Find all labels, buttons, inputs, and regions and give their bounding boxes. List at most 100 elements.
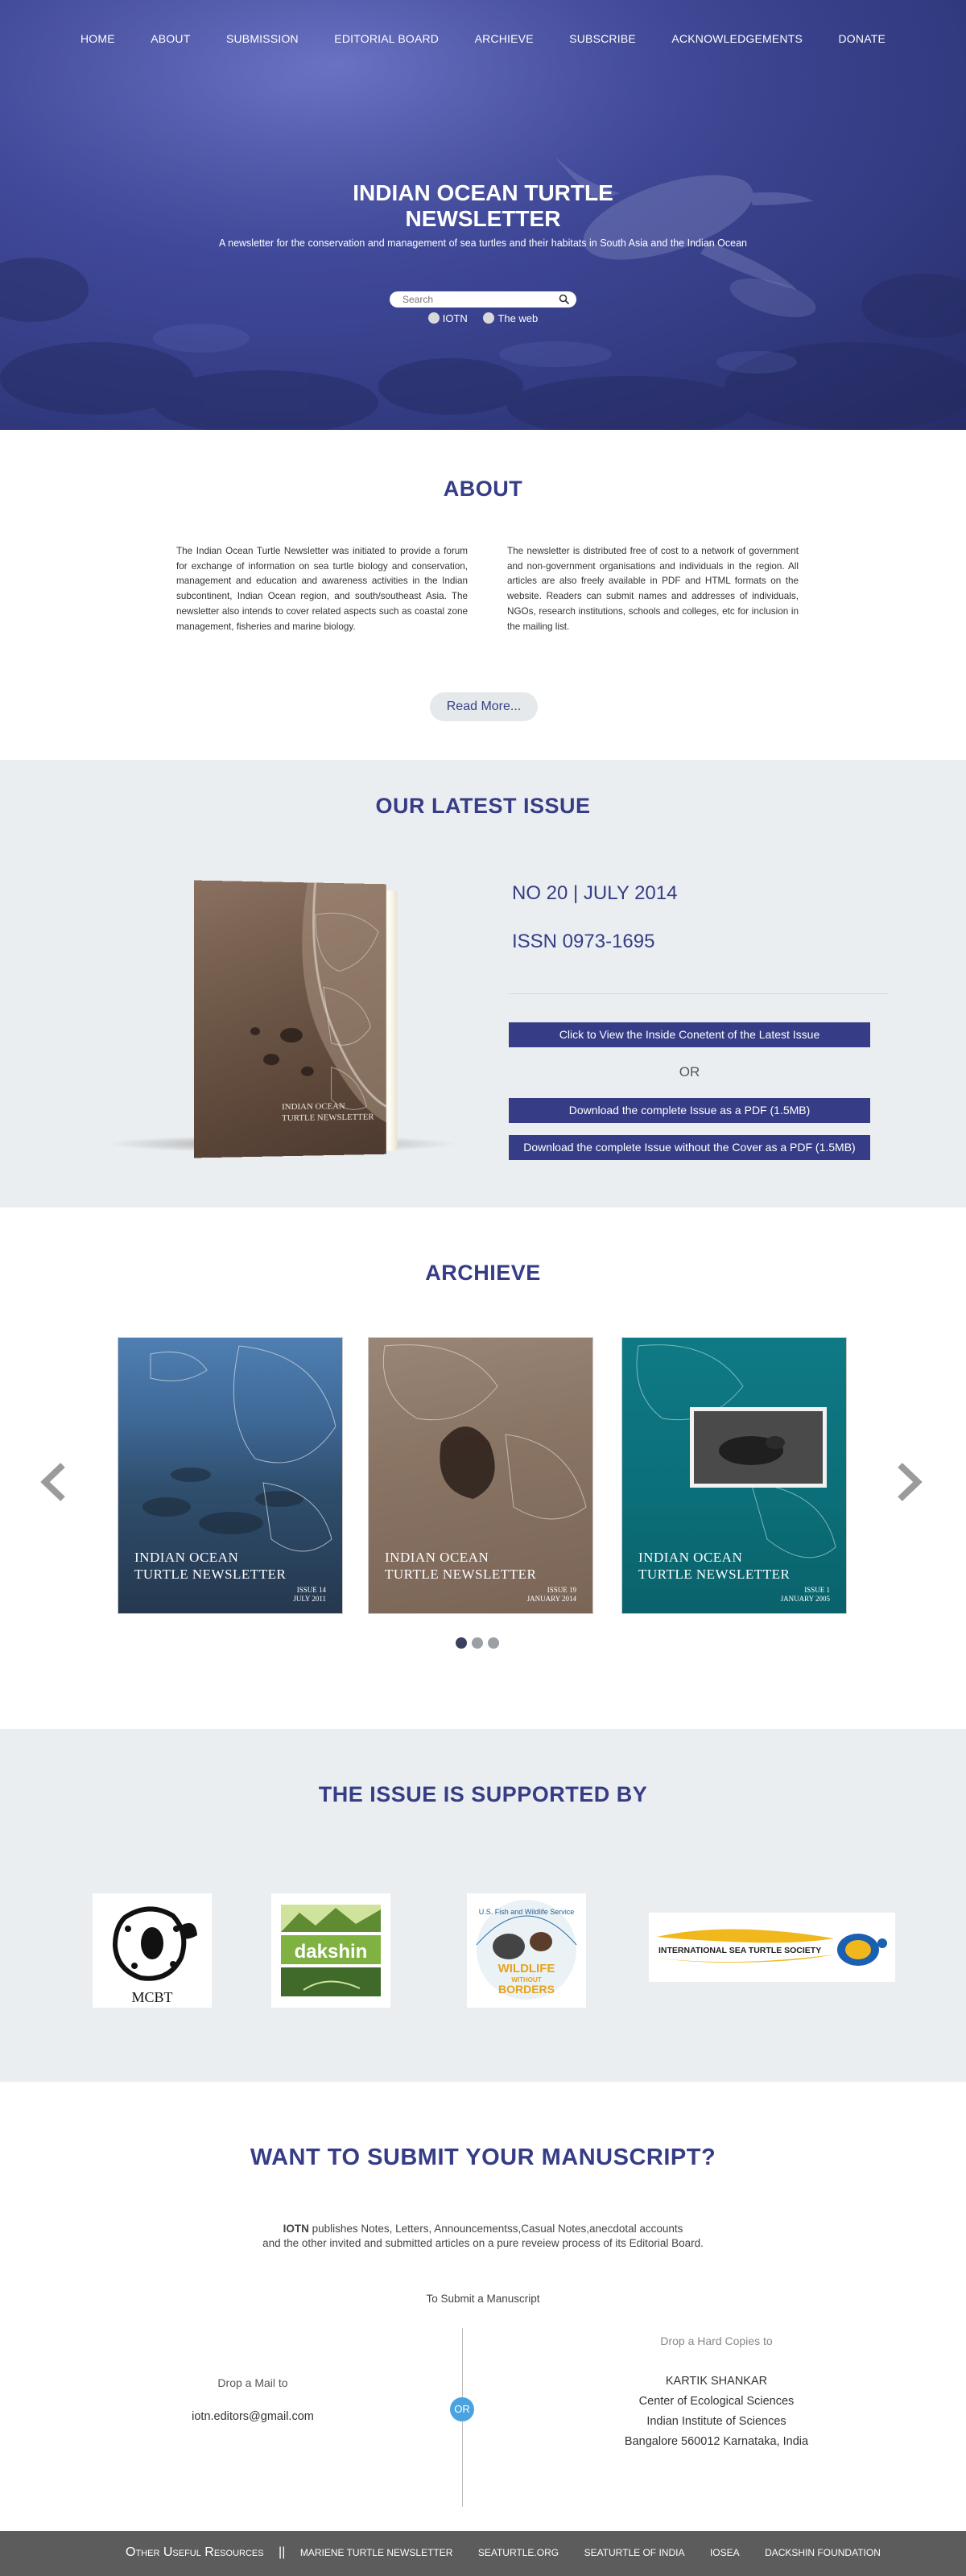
wildlife-without-borders-image: U.S. Fish and Wildlife Service WILDLIFE …	[476, 1900, 577, 2000]
footer-link-seaturtle-of-india[interactable]: SEATURTLE OF INDIA	[584, 2547, 685, 2558]
to-submit-label: To Submit a Manuscript	[426, 2293, 540, 2305]
latest-issue-section: OUR LATEST ISSUE INDIAN OCEAN TURTLE NEW…	[0, 760, 966, 1208]
footer: Other Useful Resources || MARIENE TURTLE…	[0, 2531, 966, 2576]
submit-description: IOTN publishes Notes, Letters, Announcem…	[0, 2222, 966, 2251]
search-input[interactable]	[390, 291, 543, 308]
postal-address: KARTIK SHANKAR Center of Ecological Scie…	[564, 2372, 869, 2452]
editor-email-link[interactable]: iotn.editors@gmail.com	[161, 2410, 345, 2423]
dakshin-logo[interactable]: dakshin	[271, 1893, 390, 2008]
search-scope: IOTN The web	[0, 312, 966, 324]
download-pdf-button[interactable]: Download the complete Issue as a PDF (1.…	[509, 1098, 870, 1123]
site-title: INDIAN OCEAN TURTLE NEWSLETTER	[0, 180, 966, 232]
nav-subscribe[interactable]: SUBSCRIBE	[569, 32, 636, 45]
or-badge: OR	[450, 2397, 474, 2421]
main-navigation: HOME ABOUT SUBMISSION EDITORIAL BOARD AR…	[0, 32, 966, 47]
ists-logo-image: INTERNATIONAL SEA TURTLE SOCIETY	[657, 1929, 887, 1966]
radio-web-button[interactable]	[483, 312, 495, 324]
supported-by-section: THE ISSUE IS SUPPORTED BY MCBT dakshin U	[0, 1729, 966, 2082]
site-tagline: A newsletter for the conservation and ma…	[219, 237, 747, 249]
mcbt-logo-image: MCBT	[112, 1906, 197, 2005]
cover-lettering: INDIAN OCEAN	[282, 1101, 345, 1112]
international-sea-turtle-society-logo[interactable]: INTERNATIONAL SEA TURTLE SOCIETY	[649, 1913, 895, 1982]
archive-card[interactable]: INDIAN OCEAN TURTLE NEWSLETTER ISSUE 14 JU…	[118, 1338, 342, 1613]
dakshin-logo-text: dakshin	[295, 1941, 368, 1963]
view-inside-content-button[interactable]: Click to View the Inside Conetent of the…	[509, 1022, 870, 1047]
about-text-left: The Indian Ocean Turtle Newsletter was i…	[176, 546, 468, 632]
archive-card-date: JANUARY 2005	[780, 1595, 830, 1603]
footer-lead: Other Useful Resources	[126, 2545, 264, 2559]
archive-card[interactable]: INDIAN OCEAN TURTLE NEWSLETTER ISSUE 1 JAN…	[622, 1338, 846, 1613]
latest-issue-title: OUR LATEST ISSUE	[375, 794, 591, 818]
divider	[509, 993, 889, 994]
archive-card-issue: ISSUE 1	[804, 1586, 830, 1594]
address-line: Center of Ecological Sciences	[638, 2395, 795, 2408]
chevron-right-icon[interactable]	[892, 1462, 924, 1502]
footer-links: Other Useful Resources || MARIENE TURTLE…	[126, 2545, 902, 2560]
usfws-text: U.S. Fish and Wildlife Service	[479, 1908, 575, 1916]
latest-issue-cover[interactable]: INDIAN OCEAN TURTLE NEWSLETTER	[193, 880, 398, 1158]
archive-card-title: INDIAN OCEAN TURTLE NEWSLETTER	[134, 1549, 286, 1583]
wildlife-without-borders-logo[interactable]: U.S. Fish and Wildlife Service WILDLIFE …	[467, 1893, 586, 2008]
or-label: OR	[679, 1064, 700, 1080]
archive-section: ARCHIEVE INDIAN OCEAN TURTLE NEWSLETTER I…	[0, 1208, 966, 1729]
nav-about[interactable]: ABOUT	[151, 32, 190, 45]
submit-desc-line1: publishes Notes, Letters, Announcementss…	[308, 2223, 683, 2235]
archive-card-date: JANUARY 2014	[526, 1595, 576, 1603]
archive-card-title: INDIAN OCEAN TURTLE NEWSLETTER	[638, 1549, 790, 1583]
about-title: ABOUT	[443, 477, 523, 501]
nav-acknowledgements[interactable]: ACKNOWLEDGEMENTS	[671, 32, 803, 45]
iotn-label: IOTN	[283, 2223, 309, 2235]
footer-link-seaturtle-org[interactable]: SEATURTLE.ORG	[478, 2547, 559, 2558]
nav-editorial-board[interactable]: EDITORIAL BOARD	[334, 32, 439, 45]
ists-logo-text: INTERNATIONAL SEA TURTLE SOCIETY	[658, 1946, 821, 1955]
address-line: Indian Institute of Sciences	[646, 2415, 786, 2428]
carousel-dot-3[interactable]	[488, 1637, 499, 1649]
archive-card-title-line2: TURTLE NEWSLETTER	[638, 1567, 791, 1582]
footer-separator: ||	[279, 2545, 286, 2559]
cover-lettering-2: TURTLE NEWSLETTER	[282, 1113, 374, 1124]
mcbt-logo[interactable]: MCBT	[93, 1893, 212, 2008]
submit-title: WANT TO SUBMIT YOUR MANUSCRIPT?	[250, 2145, 716, 2170]
drop-mail-label: Drop a Mail to	[217, 2376, 288, 2389]
radio-web[interactable]: The web	[483, 312, 538, 324]
mcbt-logo-text: MCBT	[131, 1989, 172, 2005]
wwb-text-3: BORDERS	[498, 1983, 555, 1996]
archive-card-title-line2: TURTLE NEWSLETTER	[134, 1567, 287, 1582]
supported-by-title: THE ISSUE IS SUPPORTED BY	[318, 1782, 648, 1806]
hero-banner: HOME ABOUT SUBMISSION EDITORIAL BOARD AR…	[0, 0, 966, 430]
site-title-line1: INDIAN OCEAN TURTLE	[353, 180, 613, 205]
nav-archieve[interactable]: ARCHIEVE	[475, 32, 534, 45]
book-cover-image: INDIAN OCEAN TURTLE NEWSLETTER	[193, 880, 386, 1158]
about-text-right: The newsletter is distributed free of co…	[507, 546, 799, 632]
search-box	[390, 291, 576, 308]
archive-card[interactable]: INDIAN OCEAN TURTLE NEWSLETTER ISSUE 19 JA…	[369, 1338, 592, 1613]
site-title-line2: NEWSLETTER	[405, 206, 561, 231]
footer-link-dakshin-foundation[interactable]: DACKSHIN FOUNDATION	[765, 2547, 881, 2558]
footer-link-iosea[interactable]: IOSEA	[710, 2547, 740, 2558]
search-icon[interactable]	[559, 294, 570, 305]
latest-issue-number: NO 20 | JULY 2014	[512, 882, 678, 904]
radio-iotn[interactable]: IOTN	[427, 312, 468, 324]
nav-donate[interactable]: DONATE	[839, 32, 886, 45]
wwb-text-1: WILDLIFE	[498, 1962, 555, 1975]
radio-iotn-label: IOTN	[442, 312, 468, 324]
archive-card-title-line1: INDIAN OCEAN	[638, 1550, 743, 1565]
nav-submission[interactable]: SUBMISSION	[226, 32, 299, 45]
address-line: KARTIK SHANKAR	[665, 2375, 768, 2388]
archive-card-issue: ISSUE 19	[547, 1586, 576, 1594]
radio-iotn-button[interactable]	[427, 312, 440, 324]
archive-card-meta: ISSUE 1 JANUARY 2005	[781, 1586, 830, 1604]
nav-home[interactable]: HOME	[80, 32, 115, 45]
archive-card-title-line1: INDIAN OCEAN	[385, 1550, 489, 1565]
carousel-dot-2[interactable]	[472, 1637, 483, 1649]
archive-card-meta: ISSUE 14 JULY 2011	[293, 1586, 326, 1604]
read-more-button[interactable]: Read More...	[430, 692, 538, 721]
latest-issue-issn: ISSN 0973-1695	[512, 931, 655, 952]
carousel-dot-1[interactable]	[456, 1637, 467, 1649]
footer-link-marine-turtle-newsletter[interactable]: MARIENE TURTLE NEWSLETTER	[300, 2547, 453, 2558]
archive-card-title: INDIAN OCEAN TURTLE NEWSLETTER	[385, 1549, 536, 1583]
submit-manuscript-section: WANT TO SUBMIT YOUR MANUSCRIPT? IOTN pub…	[0, 2082, 966, 2531]
submit-desc-line2: and the other invited and submitted arti…	[262, 2237, 704, 2249]
download-pdf-no-cover-button[interactable]: Download the complete Issue without the …	[509, 1135, 870, 1160]
chevron-left-icon[interactable]	[39, 1462, 71, 1502]
